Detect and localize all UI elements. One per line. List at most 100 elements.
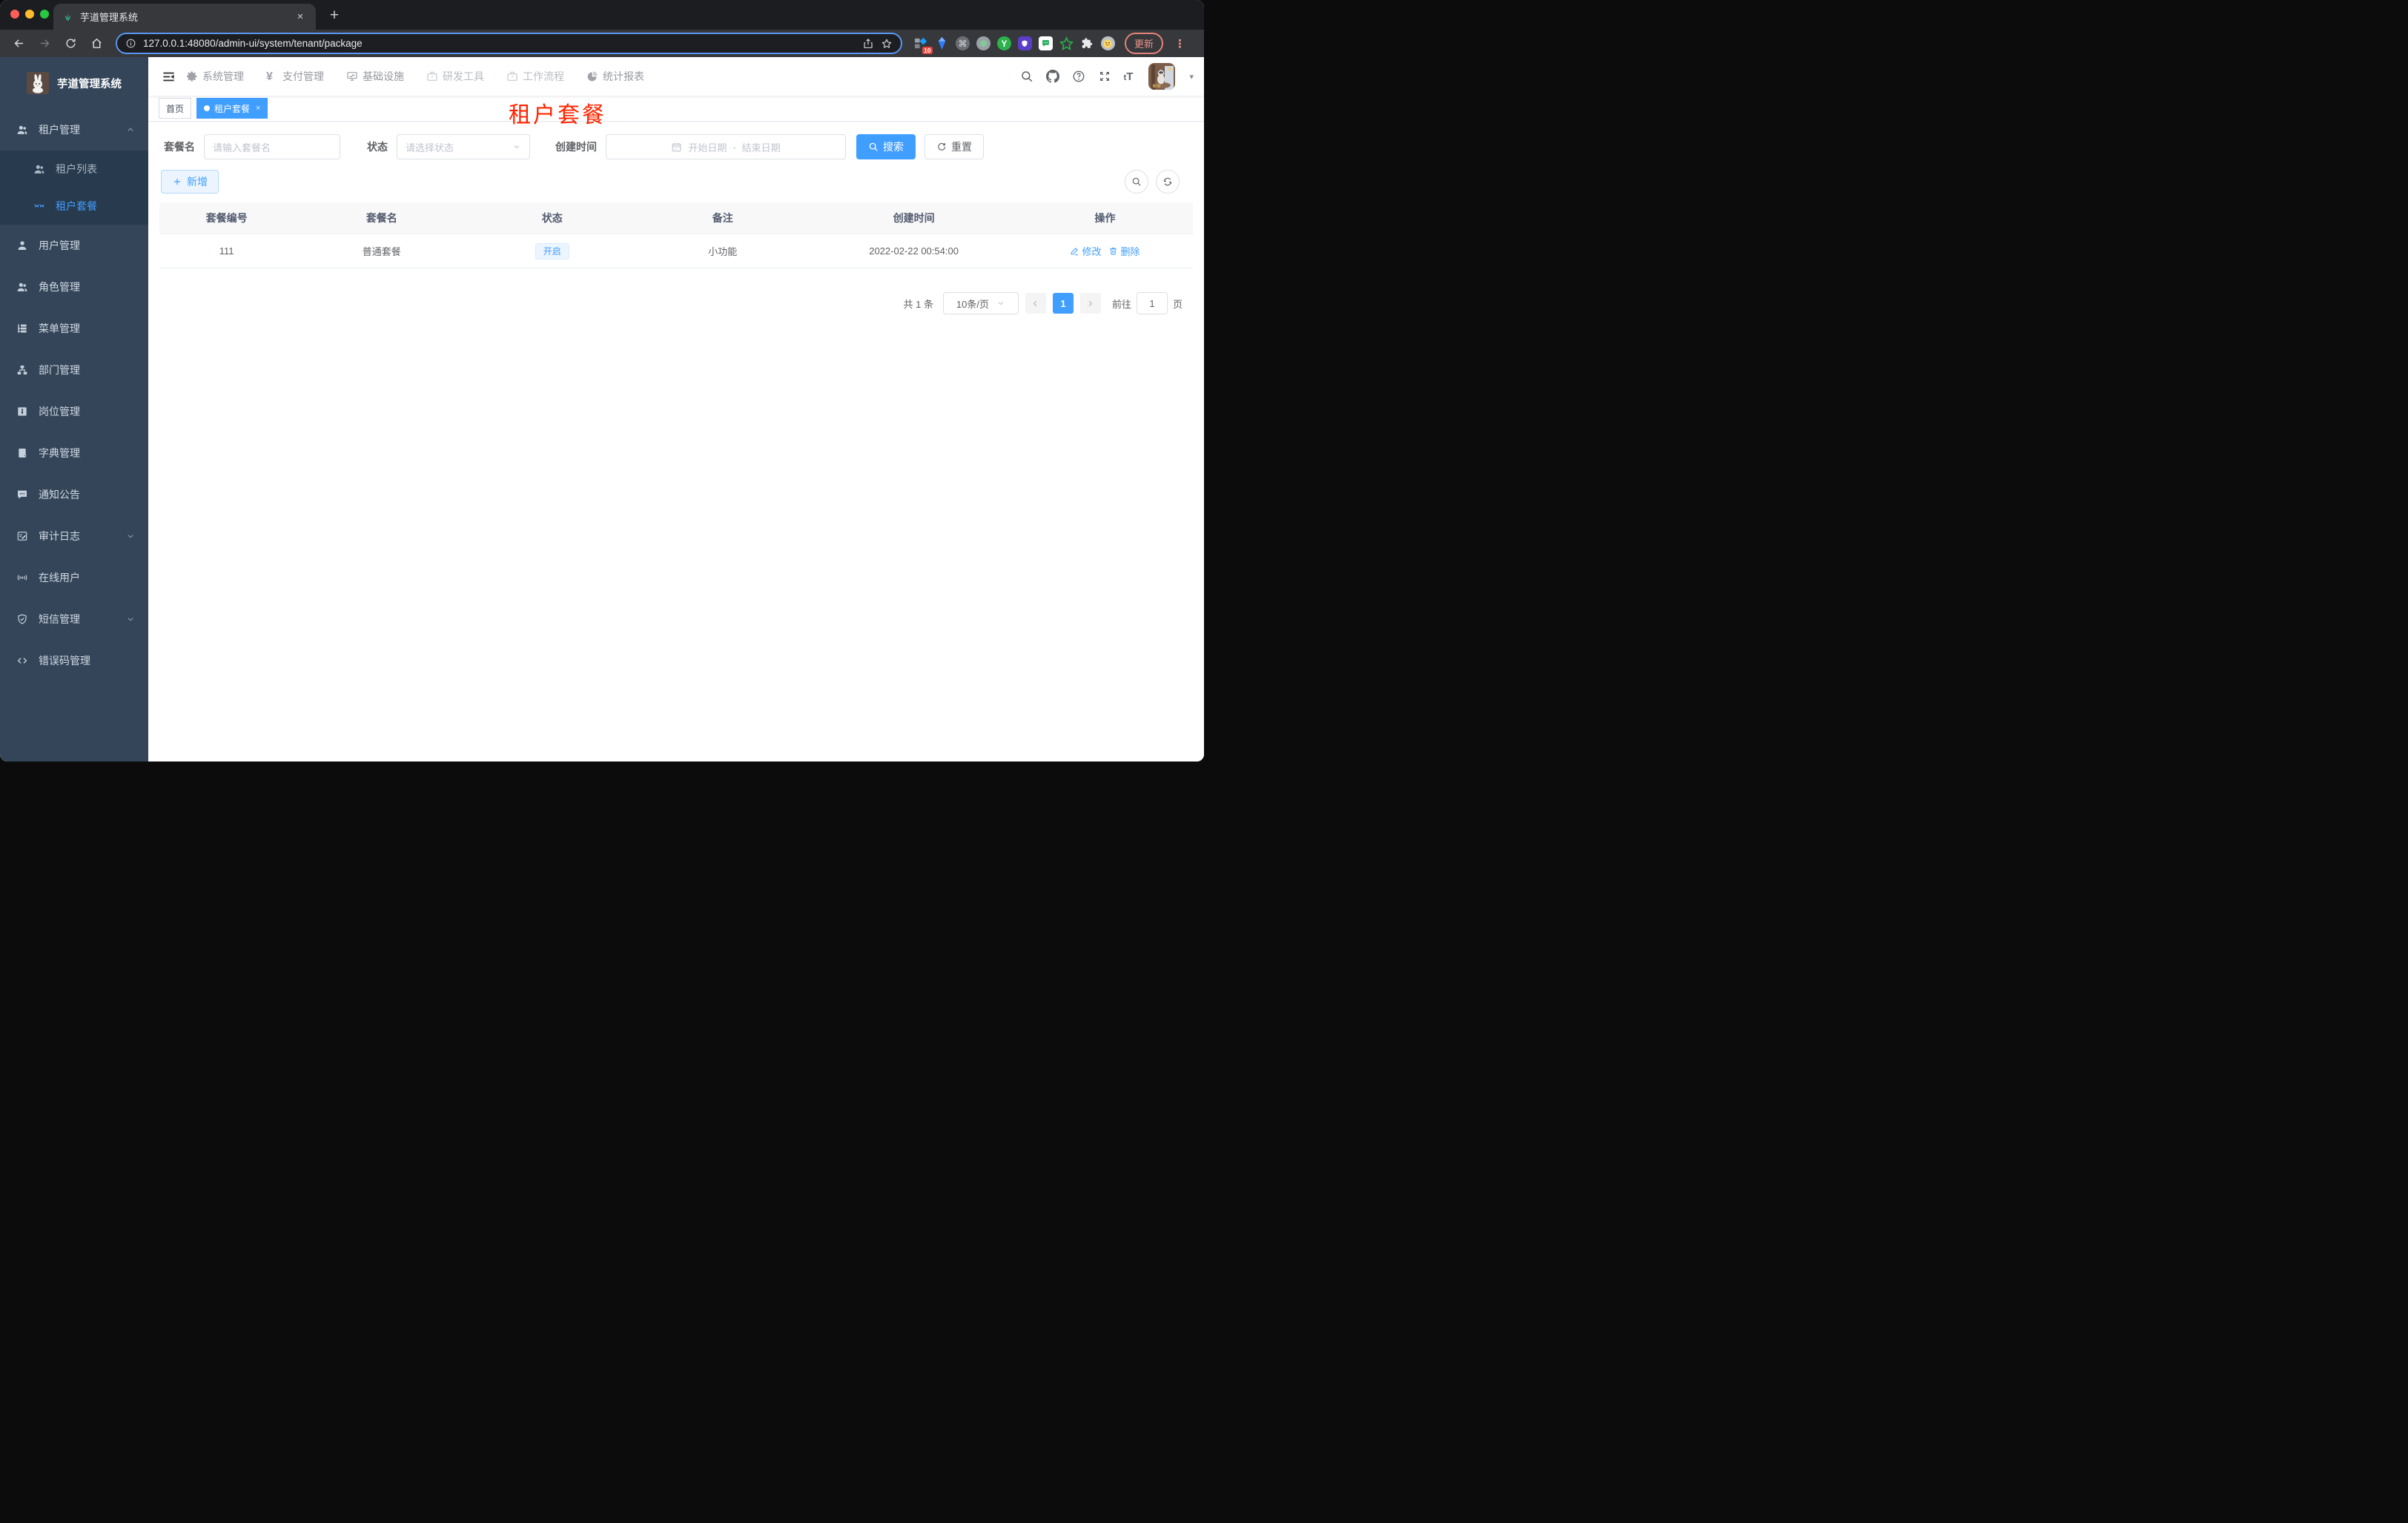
back-icon[interactable] [13, 37, 25, 50]
search-button-icon [868, 142, 879, 152]
sidebar-item-dept[interactable]: 部门管理 [0, 349, 148, 391]
tab-close-icon[interactable]: × [294, 10, 307, 24]
nav-item-workflow[interactable]: 工作流程 [506, 69, 564, 84]
chevron-left-icon [1031, 300, 1039, 308]
extension-star-icon[interactable] [1059, 36, 1074, 50]
status-select[interactable]: 请选择状态 [397, 134, 530, 159]
sidebar-logo[interactable]: 芋道管理系统 [0, 57, 148, 109]
tag-home[interactable]: 首页 [159, 98, 192, 119]
extension-recorder-icon[interactable] [976, 36, 990, 50]
edit-label: 修改 [1082, 246, 1102, 257]
sidebar-item-sms[interactable]: 短信管理 [0, 598, 148, 640]
sidebar-item-audit-log[interactable]: 审计日志 [0, 515, 148, 557]
show-search-button[interactable] [1125, 170, 1148, 194]
search-button[interactable]: 搜索 [856, 134, 916, 159]
logo-rabbit-image [27, 72, 49, 94]
refresh-table-button[interactable] [1156, 170, 1180, 194]
home-icon[interactable] [90, 37, 103, 50]
nav-item-label: 统计报表 [603, 70, 644, 82]
reset-button[interactable]: 重置 [924, 134, 984, 159]
extension-chat-icon[interactable] [1038, 36, 1053, 50]
extension-shield-icon[interactable] [1017, 36, 1032, 50]
extension-command-icon[interactable]: ⌘ [955, 36, 970, 50]
goto-page-input[interactable]: 1 [1136, 292, 1168, 314]
sidebar-item-role[interactable]: 角色管理 [0, 266, 148, 308]
table-row: 111 普通套餐 开启 小功能 2022-02-22 00:54:00 修改 删除 [159, 234, 1193, 268]
fullscreen-icon[interactable] [1098, 70, 1111, 83]
extension-workona-icon[interactable]: 10 [914, 36, 933, 54]
reset-button-icon [936, 142, 947, 152]
search-icon[interactable] [1020, 70, 1033, 83]
tag-tenant-package[interactable]: 租户套餐 × [196, 98, 268, 119]
share-icon[interactable] [862, 38, 874, 50]
sidebar-item-error-code[interactable]: 错误码管理 [0, 640, 148, 681]
extensions-puzzle-icon[interactable] [1080, 36, 1094, 50]
magnifier-icon [1131, 176, 1142, 187]
browser-toolbar: 127.0.0.1:48080/admin-ui/system/tenant/p… [0, 30, 1204, 57]
sidebar-item-dict[interactable]: 字典管理 [0, 432, 148, 474]
browser-update-button[interactable]: 更新 [1124, 33, 1163, 54]
status-badge: 开启 [535, 242, 569, 260]
chev-up-icon [126, 125, 135, 134]
sidebar-item-online-user[interactable]: 在线用户 [0, 557, 148, 598]
bookmark-star-icon[interactable] [881, 38, 893, 50]
sidebar-item-tenant[interactable]: 租户管理 [0, 109, 148, 151]
close-window-button[interactable] [10, 10, 19, 19]
edit-link[interactable]: 修改 [1070, 244, 1101, 258]
reload-icon[interactable] [64, 37, 77, 50]
sidebar-item-label: 审计日志 [39, 530, 80, 542]
nav-item-infra[interactable]: 基础设施 [346, 69, 404, 84]
code-icon [16, 655, 28, 667]
chev-down-icon [126, 532, 135, 541]
sidebar-item-label: 通知公告 [39, 489, 80, 500]
sidebar-item-notice[interactable]: 通知公告 [0, 474, 148, 515]
sidebar-item-tenant-list[interactable]: 租户列表 [0, 151, 148, 188]
next-page-button[interactable] [1079, 293, 1101, 314]
sidebar-item-label: 错误码管理 [39, 655, 90, 667]
nav-item-devtools[interactable]: 研发工具 [426, 69, 484, 84]
users-icon [16, 124, 28, 136]
font-size-icon[interactable]: tT [1124, 71, 1134, 82]
add-button[interactable]: 新增 [161, 170, 219, 194]
minimize-window-button[interactable] [25, 10, 34, 19]
user-avatar[interactable]: 4$ 0:70 [1148, 63, 1176, 90]
collapse-sidebar-icon[interactable] [162, 70, 176, 84]
header-actions: tT 4$ 0:70 ▾ [1020, 63, 1194, 90]
browser-tab[interactable]: 芋道管理系统 × [53, 4, 316, 30]
nav-item-payment[interactable]: ¥ 支付管理 [266, 69, 324, 84]
prev-page-button[interactable] [1025, 293, 1046, 314]
date-range-picker[interactable]: 开始日期 - 结束日期 [606, 134, 846, 159]
tag-close-icon[interactable]: × [256, 104, 260, 113]
column-header-5: 操作 [1016, 202, 1193, 234]
page-size-select[interactable]: 10条/页 [942, 292, 1019, 314]
window-controls [10, 10, 49, 19]
help-icon[interactable] [1072, 70, 1085, 83]
site-info-icon[interactable] [125, 38, 136, 49]
log-icon [16, 530, 28, 542]
briefcase-icon [426, 70, 438, 82]
nav-item-report[interactable]: 统计报表 [586, 69, 644, 84]
page-title-overlay: 租户套餐 [509, 103, 606, 128]
sidebar-item-user[interactable]: 用户管理 [0, 225, 148, 266]
extension-gem-icon[interactable] [935, 36, 949, 50]
new-tab-button[interactable]: + [325, 7, 344, 24]
extensions-bar: 10 ⌘ Y 更新 ⋮ [910, 33, 1197, 54]
page-number-1[interactable]: 1 [1052, 293, 1074, 314]
avatar-caret-icon[interactable]: ▾ [1189, 72, 1194, 82]
nav-item-system[interactable]: 系统管理 [186, 69, 244, 84]
zoom-window-button[interactable] [40, 10, 49, 19]
forward-icon[interactable] [39, 37, 51, 50]
sidebar-item-post[interactable]: 岗位管理 [0, 391, 148, 432]
github-icon[interactable] [1045, 70, 1059, 83]
app-root: 芋道管理系统 租户管理 租户列表 租户套餐 用户管理 角色管理 菜单管理 部门管理 岗位管理字… [0, 57, 1204, 762]
address-bar[interactable]: 127.0.0.1:48080/admin-ui/system/tenant/p… [116, 33, 902, 54]
status-label: 状态 [367, 141, 388, 153]
browser-menu-icon[interactable]: ⋮ [1174, 37, 1186, 50]
package-name-input[interactable]: 请输入套餐名 [204, 134, 340, 159]
profile-avatar-icon[interactable] [1100, 36, 1115, 50]
sidebar-item-tenant-package[interactable]: 租户套餐 [0, 188, 148, 225]
delete-link[interactable]: 删除 [1108, 244, 1140, 258]
extension-badge: 10 [922, 46, 933, 54]
sidebar-item-menu[interactable]: 菜单管理 [0, 308, 148, 349]
extension-y-icon[interactable]: Y [996, 36, 1011, 50]
